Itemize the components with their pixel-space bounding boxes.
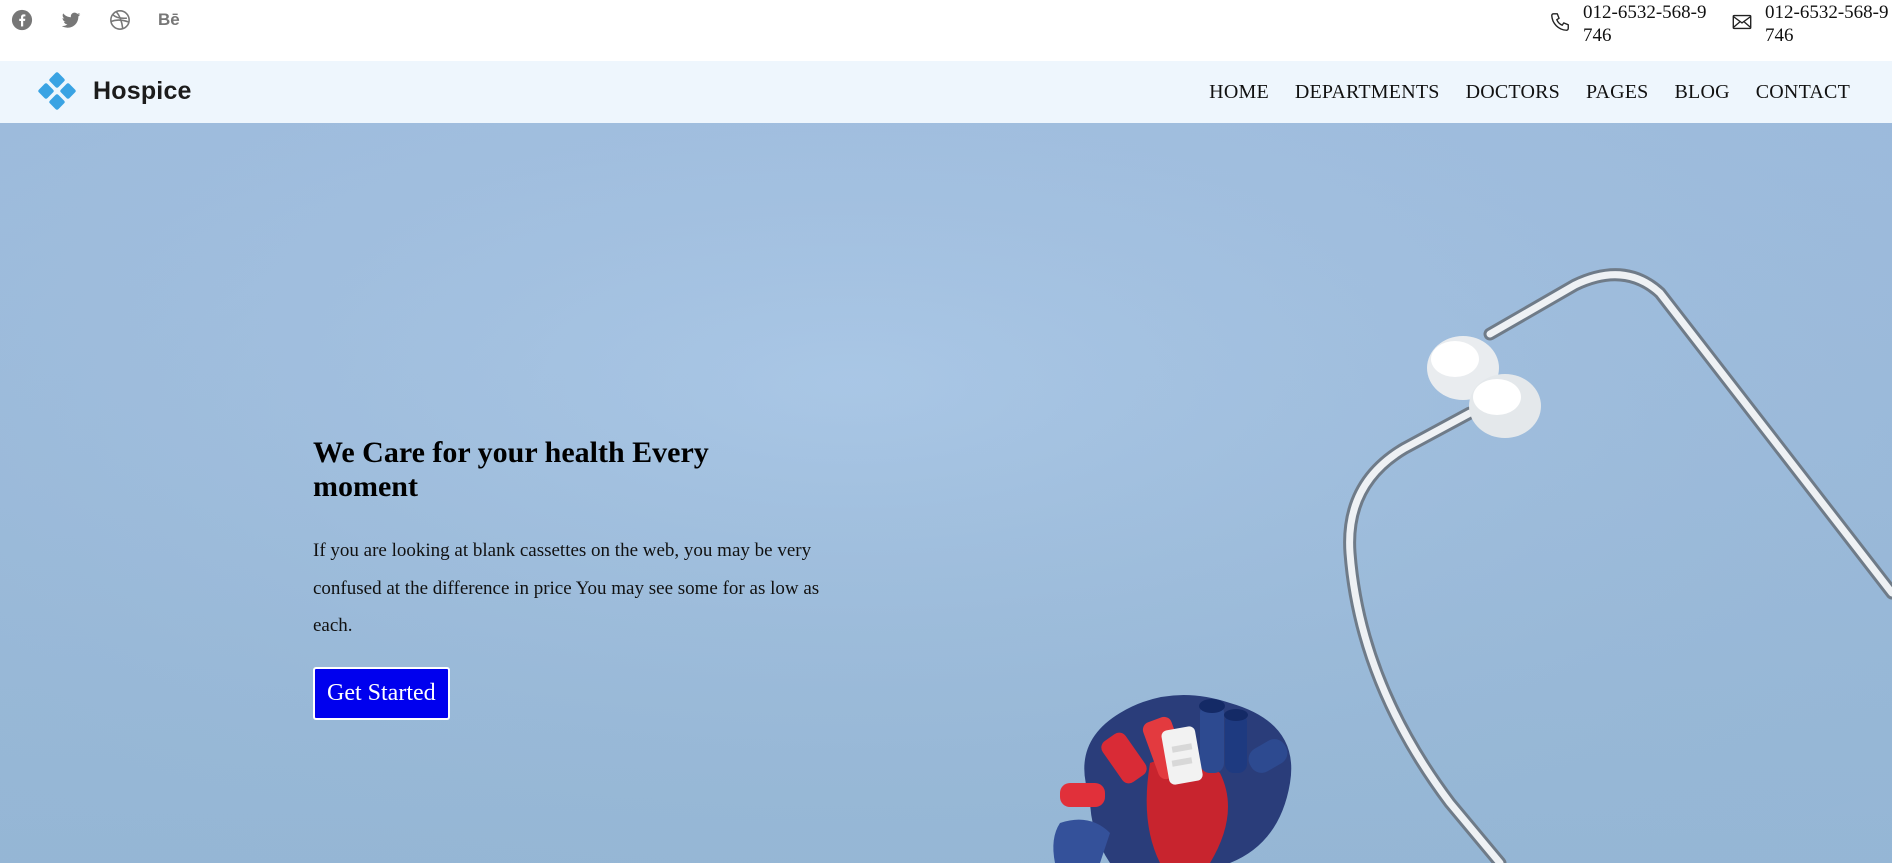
phone-icon — [1549, 11, 1571, 33]
phone-number: 012-6532-568-9746 — [1583, 2, 1707, 46]
logo-mark-icon — [37, 71, 77, 111]
facebook-icon[interactable] — [11, 9, 33, 31]
main-header: Hospice HOME DEPARTMENTS DOCTORS PAGES B… — [0, 61, 1892, 123]
nav-departments[interactable]: DEPARTMENTS — [1295, 81, 1440, 104]
brand-name: Hospice — [93, 76, 192, 105]
nav-home[interactable]: HOME — [1209, 81, 1269, 104]
behance-icon[interactable]: Bē — [158, 9, 180, 31]
dribbble-icon[interactable] — [109, 9, 131, 31]
phone-contact[interactable]: 012-6532-568-9746 — [1549, 1, 1708, 47]
get-started-button[interactable]: Get Started — [313, 666, 450, 720]
main-nav: HOME DEPARTMENTS DOCTORS PAGES BLOG CONT… — [1209, 81, 1850, 104]
hero-background-image — [0, 123, 1892, 863]
email-contact[interactable]: 012-6532-568-9746 — [1731, 1, 1890, 47]
brand-logo[interactable]: Hospice — [37, 71, 192, 111]
nav-doctors[interactable]: DOCTORS — [1466, 81, 1560, 104]
nav-contact[interactable]: CONTACT — [1756, 81, 1850, 104]
twitter-icon[interactable] — [60, 9, 82, 31]
hero-title: We Care for your health Every moment — [313, 436, 709, 503]
nav-pages[interactable]: PAGES — [1586, 81, 1649, 104]
top-bar: Bē 012-6532-568-9746 012-6532-568-9746 — [0, 0, 1892, 61]
hero-description: If you are looking at blank cassettes on… — [313, 540, 820, 636]
email-address: 012-6532-568-9746 — [1765, 2, 1889, 46]
hero-content: We Care for your health Every moment If … — [313, 436, 823, 720]
hero-section: We Care for your health Every moment If … — [0, 123, 1892, 863]
nav-blog[interactable]: BLOG — [1675, 81, 1730, 104]
social-links: Bē — [11, 9, 180, 31]
mail-icon — [1731, 11, 1753, 33]
